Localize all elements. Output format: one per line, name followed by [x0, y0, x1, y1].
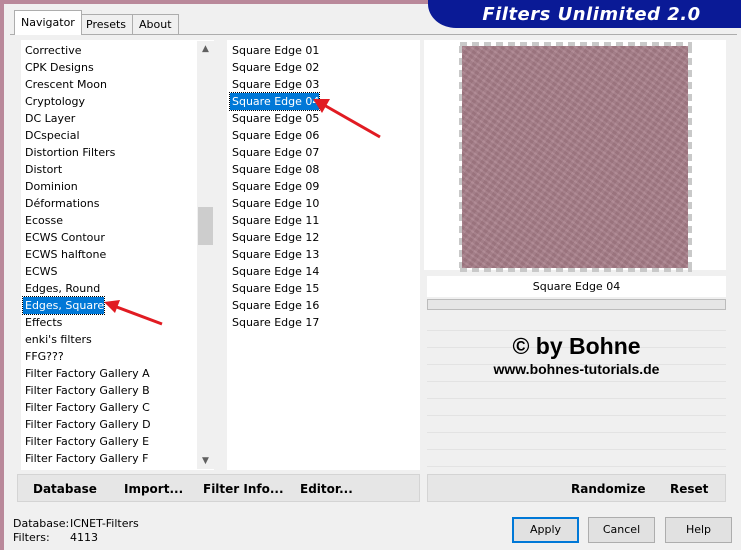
filter-list-item[interactable]: Square Edge 05 [230, 110, 319, 127]
database-value: ICNET-Filters [70, 517, 139, 530]
parameter-row [427, 415, 726, 416]
category-list-item[interactable]: CPK Designs [23, 59, 94, 76]
filter-list-item[interactable]: Square Edge 14 [230, 263, 319, 280]
category-list-item[interactable]: Déformations [23, 195, 99, 212]
tab-about[interactable]: About [132, 14, 179, 34]
category-list-item[interactable]: DC Layer [23, 110, 75, 127]
category-list-item[interactable]: ECWS [23, 263, 58, 280]
parameter-row [427, 466, 726, 467]
filter-list-item[interactable]: Square Edge 03 [230, 76, 319, 93]
category-list-item[interactable]: enki's filters [23, 331, 92, 348]
category-list-item[interactable]: Filter Factory Gallery D [23, 416, 151, 433]
database-button[interactable]: Database [33, 475, 97, 503]
tab-divider [10, 34, 737, 35]
app-banner: Filters Unlimited 2.0 [428, 0, 741, 28]
scroll-down-icon[interactable]: ▼ [197, 453, 214, 470]
category-list-item[interactable]: Corrective [23, 42, 81, 59]
preview-image [462, 46, 688, 268]
database-label: Database: [13, 517, 70, 530]
randomize-button[interactable]: Randomize [571, 475, 645, 503]
filter-list-item[interactable]: Square Edge 09 [230, 178, 319, 195]
watermark-website: www.bohnes-tutorials.de [493, 361, 660, 377]
category-list-item[interactable]: Filter Factory Gallery A [23, 365, 150, 382]
filters-label: Filters: [13, 531, 50, 544]
cancel-button[interactable]: Cancel [588, 517, 655, 543]
preview-caption: Square Edge 04 [427, 276, 726, 297]
category-list-item[interactable]: Filter Factory Gallery C [23, 399, 150, 416]
filter-list-item[interactable]: Square Edge 07 [230, 144, 319, 161]
apply-button[interactable]: Apply [512, 517, 579, 543]
parameter-row [427, 381, 726, 382]
filter-list-item[interactable]: Square Edge 13 [230, 246, 319, 263]
list-toolbar: Database Import... Filter Info... Editor… [17, 474, 420, 502]
filters-count: 4113 [70, 531, 98, 544]
progress-bar [427, 299, 726, 310]
category-list-item[interactable]: Dominion [23, 178, 78, 195]
scroll-up-icon[interactable]: ▲ [197, 41, 214, 58]
category-list-item[interactable]: Edges, Round [23, 280, 100, 297]
category-list-item[interactable]: FFG??? [23, 348, 64, 365]
category-list-item[interactable]: ECWS halftone [23, 246, 106, 263]
tab-navigator[interactable]: Navigator [14, 10, 82, 35]
preview-toolbar: Randomize Reset [427, 474, 726, 502]
filter-info-button[interactable]: Filter Info... [203, 475, 284, 503]
filter-list-item[interactable]: Square Edge 06 [230, 127, 319, 144]
filter-list-item[interactable]: Square Edge 01 [230, 42, 319, 59]
filter-list-item[interactable]: Square Edge 04 [228, 92, 321, 111]
parameter-row [427, 330, 726, 331]
category-list[interactable]: Corrective CPK Designs Crescent Moon Crypto… [21, 40, 214, 470]
category-list-item[interactable]: DCspecial [23, 127, 80, 144]
filter-list-item[interactable]: Square Edge 10 [230, 195, 319, 212]
editor-button[interactable]: Editor... [300, 475, 353, 503]
category-scrollbar[interactable] [197, 41, 214, 469]
filter-list-item[interactable]: Square Edge 11 [230, 212, 319, 229]
category-list-item[interactable]: Filter Factory Gallery E [23, 433, 149, 450]
category-list-item[interactable]: ECWS Contour [23, 229, 105, 246]
category-list-item[interactable]: Filter Factory Gallery F [23, 450, 148, 467]
reset-button[interactable]: Reset [670, 475, 708, 503]
filter-list-item[interactable]: Square Edge 02 [230, 59, 319, 76]
annotation-arrow-icon [313, 99, 381, 139]
category-list-item[interactable]: Distort [23, 161, 62, 178]
filter-list-item[interactable]: Square Edge 12 [230, 229, 319, 246]
category-list-item[interactable]: Ecosse [23, 212, 63, 229]
tab-presets[interactable]: Presets [79, 14, 134, 34]
category-list-item[interactable]: Cryptology [23, 93, 85, 110]
filter-list-item[interactable]: Square Edge 17 [230, 314, 319, 331]
category-list-item[interactable]: Crescent Moon [23, 76, 107, 93]
category-list-item[interactable]: Edges, Square [21, 296, 106, 315]
category-scrollbar-thumb[interactable] [198, 207, 213, 245]
category-list-item[interactable]: Filter Factory Gallery B [23, 382, 150, 399]
filter-list-item[interactable]: Square Edge 08 [230, 161, 319, 178]
parameter-row [427, 432, 726, 433]
category-list-item[interactable]: Distortion Filters [23, 144, 115, 161]
import-button[interactable]: Import... [124, 475, 183, 503]
category-list-item[interactable]: Effects [23, 314, 62, 331]
help-button[interactable]: Help [665, 517, 732, 543]
watermark-copyright: © by Bohne [512, 333, 641, 359]
filter-list-item[interactable]: Square Edge 15 [230, 280, 319, 297]
filter-list-item[interactable]: Square Edge 16 [230, 297, 319, 314]
parameter-row [427, 449, 726, 450]
parameter-row [427, 398, 726, 399]
annotation-arrow-icon [104, 300, 163, 326]
